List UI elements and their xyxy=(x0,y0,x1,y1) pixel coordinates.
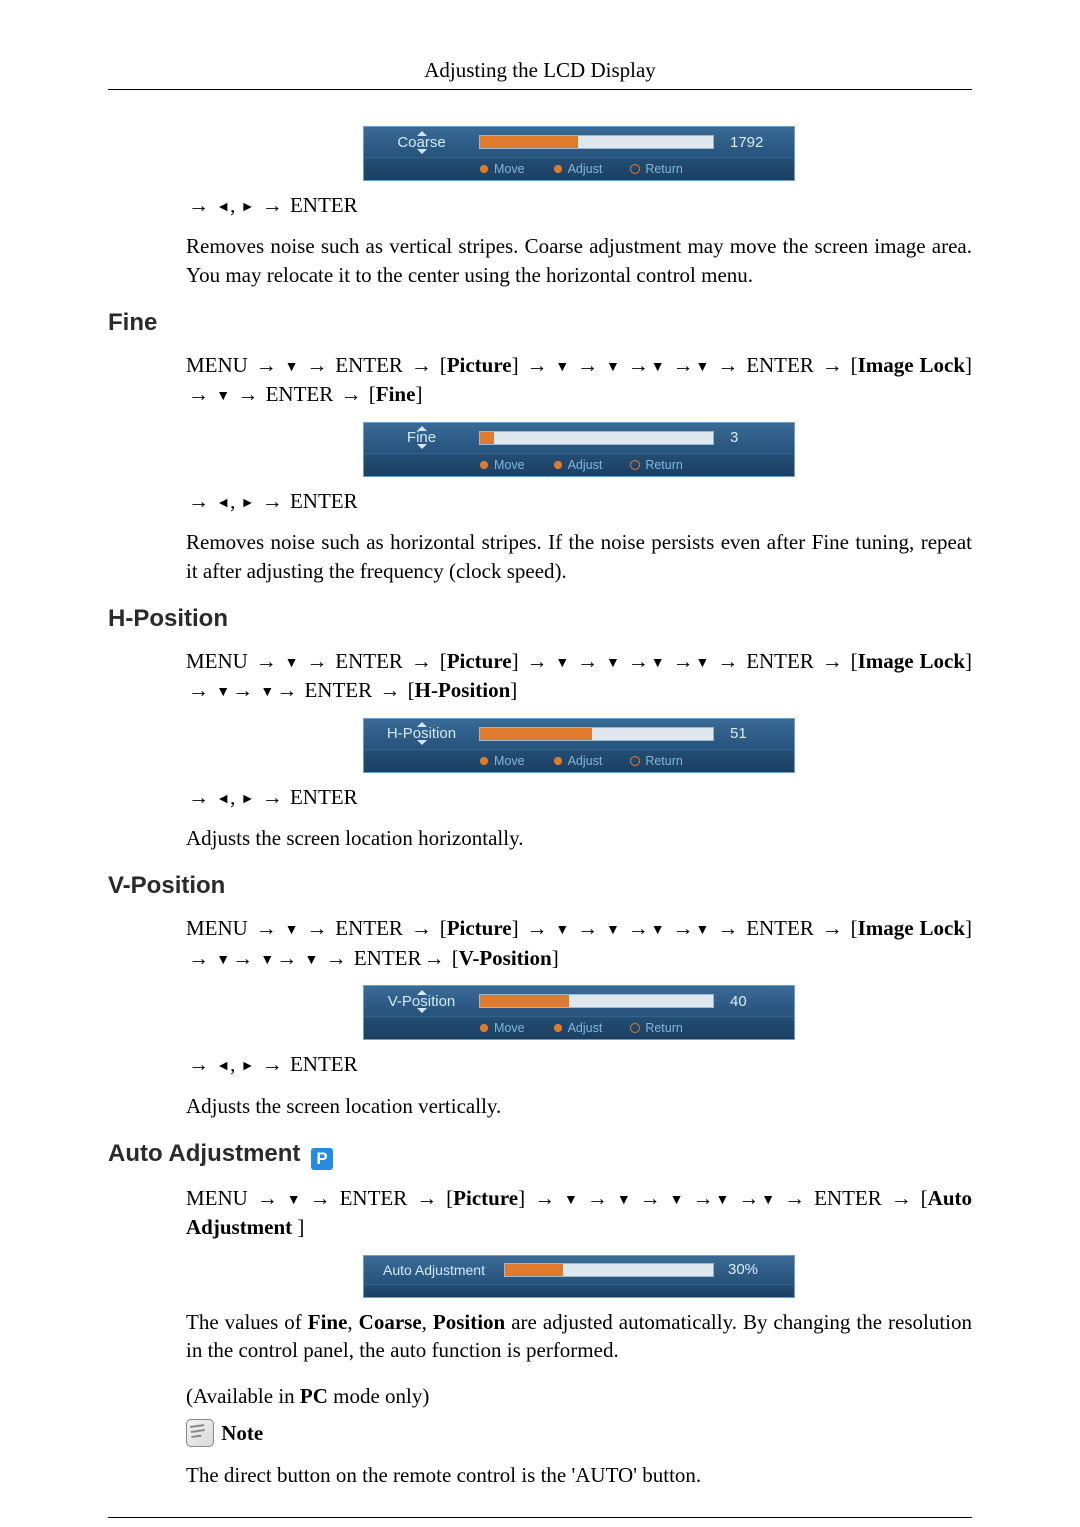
coarse-post-nav: → ◄, ► → ENTER xyxy=(186,191,972,220)
vpos-description: Adjusts the screen location vertically. xyxy=(186,1092,972,1120)
osd-panel-auto-adjustment: Auto Adjustment 30% xyxy=(363,1255,795,1298)
hint-adjust: Adjust xyxy=(553,162,603,176)
heading-auto-adjustment: Auto Adjustment P xyxy=(108,1140,972,1170)
vpos-post-nav: → ◄, ► → ENTER xyxy=(186,1050,972,1079)
note-icon xyxy=(186,1419,214,1447)
tri-left-icon: ◄ xyxy=(216,198,230,218)
vpos-nav: MENU → ▼ → ENTER → [Picture] → ▼ → ▼ →▼ … xyxy=(186,914,972,973)
osd-panel-coarse: Coarse 1792 Move Adjust Return xyxy=(363,126,795,181)
osd-value: 40 xyxy=(730,993,784,1010)
coarse-description: Removes noise such as vertical stripes. … xyxy=(186,232,972,289)
caret-down-icon xyxy=(417,149,427,154)
hint-return: Return xyxy=(630,162,683,176)
hpos-nav: MENU → ▼ → ENTER → [Picture] → ▼ → ▼ →▼ … xyxy=(186,647,972,706)
auto-description: The values of Fine, Coarse, Position are… xyxy=(186,1308,972,1365)
osd-value: 30% xyxy=(728,1261,784,1278)
osd-panel-fine: Fine 3 Move Adjust Return xyxy=(363,422,795,477)
hpos-description: Adjusts the screen location horizontally… xyxy=(186,824,972,852)
heading-fine: Fine xyxy=(108,309,972,337)
osd-label: Coarse xyxy=(364,134,479,151)
osd-slider xyxy=(479,135,714,149)
fine-nav: MENU → ▼ → ENTER → [Picture] → ▼ → ▼ →▼ … xyxy=(186,351,972,410)
heading-hposition: H-Position xyxy=(108,605,972,633)
osd-value: 1792 xyxy=(730,134,784,151)
auto-note-text: The direct button on the remote control … xyxy=(186,1461,972,1489)
header-rule xyxy=(108,89,972,90)
osd-panel-vposition: V-Position 40 Move Adjust Return xyxy=(363,985,795,1040)
fine-description: Removes noise such as horizontal stripes… xyxy=(186,528,972,585)
hint-move: Move xyxy=(479,162,525,176)
page-header: Adjusting the LCD Display xyxy=(108,58,972,89)
osd-slider-fill xyxy=(480,136,578,148)
auto-nav: MENU → ▼ → ENTER → [Picture] → ▼ → ▼ → ▼… xyxy=(186,1184,972,1243)
osd-value: 3 xyxy=(730,429,784,446)
tri-right-icon: ► xyxy=(241,198,255,218)
heading-vposition: V-Position xyxy=(108,872,972,900)
caret-up-icon xyxy=(417,131,427,136)
hpos-post-nav: → ◄, ► → ENTER xyxy=(186,783,972,812)
osd-value: 51 xyxy=(730,725,784,742)
auto-pc-mode-note: (Available in PC mode only) xyxy=(186,1382,972,1410)
osd-panel-hposition: H-Position 51 Move Adjust Return xyxy=(363,718,795,773)
footer-rule xyxy=(108,1517,972,1518)
note-line: Note xyxy=(186,1419,972,1447)
pc-mode-icon: P xyxy=(311,1148,333,1170)
osd-footer: Move Adjust Return xyxy=(364,158,794,180)
fine-post-nav: → ◄, ► → ENTER xyxy=(186,487,972,516)
osd-label-text: Auto Adjustment xyxy=(383,1262,485,1278)
